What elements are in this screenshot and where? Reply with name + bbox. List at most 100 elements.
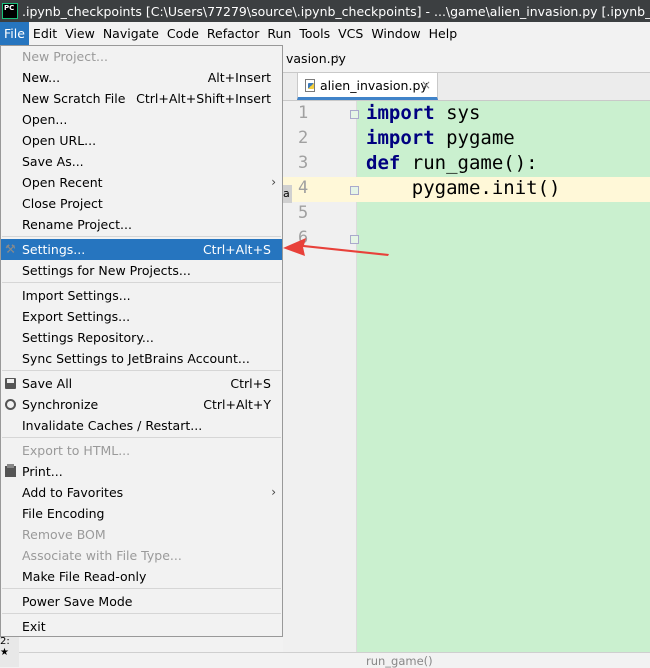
code-keyword: import — [366, 127, 435, 149]
wrench-icon: ⚒ — [5, 242, 16, 256]
line-number: 4 — [298, 178, 309, 198]
menu-item-sync-settings[interactable]: Sync Settings to JetBrains Account... — [1, 348, 282, 369]
navigation-bar: vasion.py › — [283, 45, 650, 73]
breadcrumb-function[interactable]: run_game() — [366, 654, 433, 668]
menu-item-new-project[interactable]: New Project... — [1, 46, 282, 67]
menu-item-label: Export to HTML... — [22, 443, 131, 458]
menu-item-label: Export Settings... — [22, 309, 131, 324]
menu-item-label: Rename Project... — [22, 217, 132, 232]
menu-item-label: File Encoding — [22, 506, 105, 521]
menu-window[interactable]: Window — [367, 22, 424, 45]
code-line: import pygame — [366, 127, 515, 149]
menu-view[interactable]: View — [61, 22, 99, 45]
menu-item-export-settings[interactable]: Export Settings... — [1, 306, 282, 327]
line-number: 1 — [298, 103, 309, 123]
menu-item-label: Invalidate Caches / Restart... — [22, 418, 203, 433]
menu-item-remove-bom[interactable]: Remove BOM — [1, 524, 282, 545]
menu-item-label: New Scratch File — [22, 91, 126, 106]
menu-bar: File Edit View Navigate Code Refactor Ru… — [0, 22, 650, 45]
file-menu-dropdown: New Project... New... Alt+Insert New Scr… — [0, 45, 283, 637]
code-keyword: def — [366, 152, 401, 174]
favorites-star-icon[interactable]: ★ — [0, 647, 19, 658]
menu-item-label: Remove BOM — [22, 527, 106, 542]
menu-item-label: Settings for New Projects... — [22, 263, 191, 278]
menu-item-rename-project[interactable]: Rename Project... — [1, 214, 282, 235]
menu-item-close-project[interactable]: Close Project — [1, 193, 282, 214]
tool-window-strip: 2: ★ — [0, 636, 19, 667]
line-number: 5 — [298, 203, 309, 223]
chevron-right-icon: › — [335, 49, 340, 64]
menu-item-open-recent[interactable]: Open Recent › — [1, 172, 282, 193]
menu-edit[interactable]: Edit — [29, 22, 61, 45]
menu-item-new-scratch-file[interactable]: New Scratch File Ctrl+Alt+Shift+Insert — [1, 88, 282, 109]
menu-item-associate-file-type[interactable]: Associate with File Type... — [1, 545, 282, 566]
python-file-icon — [305, 79, 315, 92]
code-line: import sys — [366, 102, 480, 124]
menu-item-add-to-favorites[interactable]: Add to Favorites › — [1, 482, 282, 503]
menu-item-import-settings[interactable]: Import Settings... — [1, 285, 282, 306]
menu-item-save-as[interactable]: Save As... — [1, 151, 282, 172]
fold-marker-icon[interactable] — [350, 186, 359, 195]
menu-item-label: New Project... — [22, 49, 108, 64]
menu-item-power-save-mode[interactable]: Power Save Mode — [1, 591, 282, 612]
close-icon[interactable]: × — [421, 78, 431, 92]
code-keyword: import — [366, 102, 435, 124]
menu-item-label: Save As... — [22, 154, 84, 169]
title-bar: PC .ipynb_checkpoints [C:\Users\77279\so… — [0, 0, 650, 22]
tab-label: alien_invasion.py — [320, 78, 428, 93]
menu-refactor[interactable]: Refactor — [203, 22, 263, 45]
menu-item-shortcut: Ctrl+Alt+Shift+Insert — [136, 91, 271, 106]
menu-item-label: Make File Read-only — [22, 569, 147, 584]
menu-item-save-all[interactable]: Save All Ctrl+S — [1, 373, 282, 394]
menu-item-shortcut: Ctrl+Alt+Y — [203, 397, 271, 412]
menu-vcs[interactable]: VCS — [334, 22, 367, 45]
menu-item-invalidate-caches[interactable]: Invalidate Caches / Restart... — [1, 415, 282, 436]
menu-help[interactable]: Help — [425, 22, 462, 45]
menu-item-exit[interactable]: Exit — [1, 616, 282, 637]
menu-item-file-encoding[interactable]: File Encoding — [1, 503, 282, 524]
sync-icon — [5, 399, 16, 410]
menu-item-label: Power Save Mode — [22, 594, 133, 609]
menu-file[interactable]: File — [0, 22, 29, 45]
menu-item-open[interactable]: Open... — [1, 109, 282, 130]
editor-tab-bar: alien_invasion.py × — [283, 73, 650, 101]
menu-separator — [2, 437, 281, 438]
menu-code[interactable]: Code — [163, 22, 203, 45]
menu-item-shortcut: Ctrl+S — [230, 376, 271, 391]
menu-item-settings-new-projects[interactable]: Settings for New Projects... — [1, 260, 282, 281]
pycharm-logo-icon: PC — [2, 3, 18, 19]
fold-marker-icon[interactable] — [350, 235, 359, 244]
code-text: pygame.init() — [366, 177, 561, 199]
menu-item-settings-repository[interactable]: Settings Repository... — [1, 327, 282, 348]
chevron-right-icon: › — [271, 175, 276, 189]
menu-item-open-url[interactable]: Open URL... — [1, 130, 282, 151]
menu-tools[interactable]: Tools — [295, 22, 334, 45]
tab-alien-invasion[interactable]: alien_invasion.py × — [297, 73, 438, 100]
structure-tab[interactable]: 2: — [0, 636, 19, 647]
menu-item-make-read-only[interactable]: Make File Read-only — [1, 566, 282, 587]
menu-item-label: Exit — [22, 619, 46, 634]
menu-separator — [2, 613, 281, 614]
status-bar: run_game() — [0, 652, 650, 668]
menu-separator — [2, 236, 281, 237]
menu-item-settings[interactable]: ⚒ Settings... Ctrl+Alt+S — [1, 239, 282, 260]
menu-item-label: Save All — [22, 376, 73, 391]
side-marker: a — [283, 185, 292, 203]
menu-item-label: Sync Settings to JetBrains Account... — [22, 351, 250, 366]
menu-item-label: New... — [22, 70, 61, 85]
menu-item-export-html[interactable]: Export to HTML... — [1, 440, 282, 461]
fold-marker-icon[interactable] — [350, 110, 359, 119]
menu-item-label: Settings Repository... — [22, 330, 154, 345]
menu-item-synchronize[interactable]: Synchronize Ctrl+Alt+Y — [1, 394, 282, 415]
code-text: run_game(): — [400, 152, 538, 174]
menu-item-print[interactable]: Print... — [1, 461, 282, 482]
print-icon — [5, 464, 16, 477]
menu-navigate[interactable]: Navigate — [99, 22, 163, 45]
menu-separator — [2, 282, 281, 283]
code-line: pygame.init() — [366, 177, 561, 199]
menu-item-new[interactable]: New... Alt+Insert — [1, 67, 282, 88]
menu-item-label: Associate with File Type... — [22, 548, 182, 563]
line-number: 2 — [298, 128, 309, 148]
menu-run[interactable]: Run — [263, 22, 295, 45]
menu-item-shortcut: Ctrl+Alt+S — [202, 242, 271, 257]
